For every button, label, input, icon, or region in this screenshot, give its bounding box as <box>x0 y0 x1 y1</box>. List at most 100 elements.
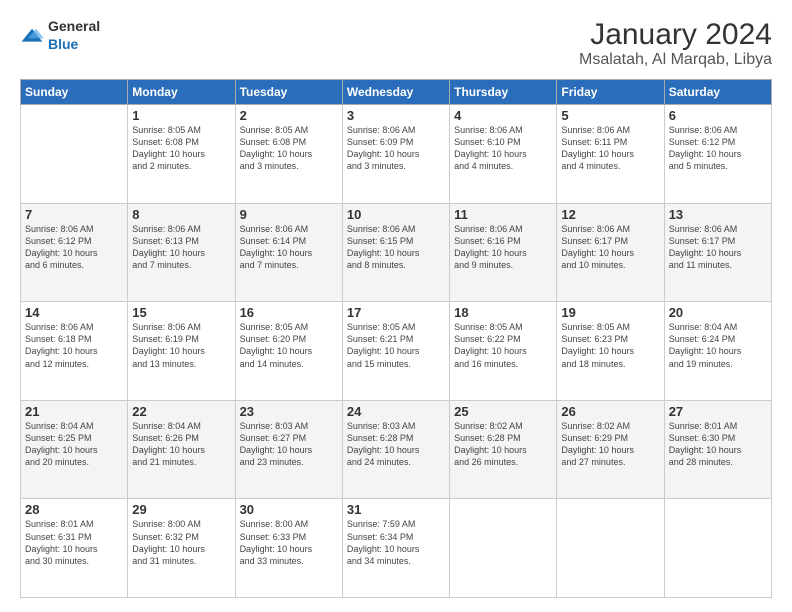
calendar-cell: 24Sunrise: 8:03 AM Sunset: 6:28 PM Dayli… <box>342 400 449 499</box>
day-number: 15 <box>132 305 230 320</box>
day-number: 1 <box>132 108 230 123</box>
week-row-4: 21Sunrise: 8:04 AM Sunset: 6:25 PM Dayli… <box>21 400 772 499</box>
calendar-cell: 5Sunrise: 8:06 AM Sunset: 6:11 PM Daylig… <box>557 105 664 204</box>
day-info: Sunrise: 8:06 AM Sunset: 6:17 PM Dayligh… <box>669 223 767 272</box>
week-row-1: 1Sunrise: 8:05 AM Sunset: 6:08 PM Daylig… <box>21 105 772 204</box>
day-number: 12 <box>561 207 659 222</box>
calendar-cell: 20Sunrise: 8:04 AM Sunset: 6:24 PM Dayli… <box>664 302 771 401</box>
calendar-cell: 3Sunrise: 8:06 AM Sunset: 6:09 PM Daylig… <box>342 105 449 204</box>
day-info: Sunrise: 8:05 AM Sunset: 6:20 PM Dayligh… <box>240 321 338 370</box>
calendar-cell: 13Sunrise: 8:06 AM Sunset: 6:17 PM Dayli… <box>664 203 771 302</box>
day-info: Sunrise: 8:06 AM Sunset: 6:16 PM Dayligh… <box>454 223 552 272</box>
day-number: 4 <box>454 108 552 123</box>
day-number: 29 <box>132 502 230 517</box>
day-info: Sunrise: 8:04 AM Sunset: 6:26 PM Dayligh… <box>132 420 230 469</box>
calendar-cell: 30Sunrise: 8:00 AM Sunset: 6:33 PM Dayli… <box>235 499 342 598</box>
calendar-cell: 17Sunrise: 8:05 AM Sunset: 6:21 PM Dayli… <box>342 302 449 401</box>
day-number: 30 <box>240 502 338 517</box>
logo-icon <box>20 27 44 45</box>
calendar-cell: 12Sunrise: 8:06 AM Sunset: 6:17 PM Dayli… <box>557 203 664 302</box>
day-info: Sunrise: 8:01 AM Sunset: 6:30 PM Dayligh… <box>669 420 767 469</box>
day-number: 3 <box>347 108 445 123</box>
day-info: Sunrise: 7:59 AM Sunset: 6:34 PM Dayligh… <box>347 518 445 567</box>
calendar-cell <box>664 499 771 598</box>
day-info: Sunrise: 8:06 AM Sunset: 6:09 PM Dayligh… <box>347 124 445 173</box>
day-info: Sunrise: 8:05 AM Sunset: 6:08 PM Dayligh… <box>240 124 338 173</box>
calendar-cell: 22Sunrise: 8:04 AM Sunset: 6:26 PM Dayli… <box>128 400 235 499</box>
week-row-5: 28Sunrise: 8:01 AM Sunset: 6:31 PM Dayli… <box>21 499 772 598</box>
day-info: Sunrise: 8:05 AM Sunset: 6:08 PM Dayligh… <box>132 124 230 173</box>
day-info: Sunrise: 8:05 AM Sunset: 6:23 PM Dayligh… <box>561 321 659 370</box>
calendar-cell: 8Sunrise: 8:06 AM Sunset: 6:13 PM Daylig… <box>128 203 235 302</box>
calendar-cell: 31Sunrise: 7:59 AM Sunset: 6:34 PM Dayli… <box>342 499 449 598</box>
col-header-tuesday: Tuesday <box>235 80 342 105</box>
col-header-wednesday: Wednesday <box>342 80 449 105</box>
col-header-thursday: Thursday <box>450 80 557 105</box>
calendar-cell: 6Sunrise: 8:06 AM Sunset: 6:12 PM Daylig… <box>664 105 771 204</box>
day-info: Sunrise: 8:00 AM Sunset: 6:33 PM Dayligh… <box>240 518 338 567</box>
day-info: Sunrise: 8:06 AM Sunset: 6:10 PM Dayligh… <box>454 124 552 173</box>
calendar-cell: 21Sunrise: 8:04 AM Sunset: 6:25 PM Dayli… <box>21 400 128 499</box>
calendar-cell: 27Sunrise: 8:01 AM Sunset: 6:30 PM Dayli… <box>664 400 771 499</box>
day-info: Sunrise: 8:05 AM Sunset: 6:22 PM Dayligh… <box>454 321 552 370</box>
day-number: 27 <box>669 404 767 419</box>
calendar-cell: 2Sunrise: 8:05 AM Sunset: 6:08 PM Daylig… <box>235 105 342 204</box>
logo: General Blue <box>20 18 100 54</box>
calendar-cell: 10Sunrise: 8:06 AM Sunset: 6:15 PM Dayli… <box>342 203 449 302</box>
calendar-cell: 19Sunrise: 8:05 AM Sunset: 6:23 PM Dayli… <box>557 302 664 401</box>
day-number: 5 <box>561 108 659 123</box>
calendar-cell: 28Sunrise: 8:01 AM Sunset: 6:31 PM Dayli… <box>21 499 128 598</box>
day-number: 2 <box>240 108 338 123</box>
col-header-saturday: Saturday <box>664 80 771 105</box>
day-number: 18 <box>454 305 552 320</box>
calendar-cell: 26Sunrise: 8:02 AM Sunset: 6:29 PM Dayli… <box>557 400 664 499</box>
calendar-cell: 29Sunrise: 8:00 AM Sunset: 6:32 PM Dayli… <box>128 499 235 598</box>
day-info: Sunrise: 8:06 AM Sunset: 6:14 PM Dayligh… <box>240 223 338 272</box>
day-number: 22 <box>132 404 230 419</box>
calendar-cell: 11Sunrise: 8:06 AM Sunset: 6:16 PM Dayli… <box>450 203 557 302</box>
week-row-3: 14Sunrise: 8:06 AM Sunset: 6:18 PM Dayli… <box>21 302 772 401</box>
day-number: 19 <box>561 305 659 320</box>
day-number: 26 <box>561 404 659 419</box>
day-info: Sunrise: 8:06 AM Sunset: 6:11 PM Dayligh… <box>561 124 659 173</box>
day-info: Sunrise: 8:06 AM Sunset: 6:12 PM Dayligh… <box>669 124 767 173</box>
calendar-cell: 4Sunrise: 8:06 AM Sunset: 6:10 PM Daylig… <box>450 105 557 204</box>
header: General Blue January 2024 Msalatah, Al M… <box>20 18 772 69</box>
day-info: Sunrise: 8:06 AM Sunset: 6:18 PM Dayligh… <box>25 321 123 370</box>
col-header-sunday: Sunday <box>21 80 128 105</box>
day-number: 28 <box>25 502 123 517</box>
calendar-cell: 7Sunrise: 8:06 AM Sunset: 6:12 PM Daylig… <box>21 203 128 302</box>
day-number: 14 <box>25 305 123 320</box>
title-block: January 2024 Msalatah, Al Marqab, Libya <box>579 18 772 69</box>
day-info: Sunrise: 8:06 AM Sunset: 6:15 PM Dayligh… <box>347 223 445 272</box>
calendar-cell: 15Sunrise: 8:06 AM Sunset: 6:19 PM Dayli… <box>128 302 235 401</box>
header-row: SundayMondayTuesdayWednesdayThursdayFrid… <box>21 80 772 105</box>
calendar-cell <box>557 499 664 598</box>
day-info: Sunrise: 8:04 AM Sunset: 6:24 PM Dayligh… <box>669 321 767 370</box>
day-number: 10 <box>347 207 445 222</box>
calendar-table: SundayMondayTuesdayWednesdayThursdayFrid… <box>20 79 772 598</box>
calendar-title: January 2024 <box>579 18 772 51</box>
day-info: Sunrise: 8:01 AM Sunset: 6:31 PM Dayligh… <box>25 518 123 567</box>
day-number: 6 <box>669 108 767 123</box>
calendar-cell: 1Sunrise: 8:05 AM Sunset: 6:08 PM Daylig… <box>128 105 235 204</box>
day-number: 17 <box>347 305 445 320</box>
col-header-friday: Friday <box>557 80 664 105</box>
calendar-cell: 25Sunrise: 8:02 AM Sunset: 6:28 PM Dayli… <box>450 400 557 499</box>
day-info: Sunrise: 8:06 AM Sunset: 6:17 PM Dayligh… <box>561 223 659 272</box>
logo-text: General Blue <box>48 18 100 54</box>
day-info: Sunrise: 8:03 AM Sunset: 6:27 PM Dayligh… <box>240 420 338 469</box>
day-info: Sunrise: 8:06 AM Sunset: 6:12 PM Dayligh… <box>25 223 123 272</box>
day-number: 11 <box>454 207 552 222</box>
day-info: Sunrise: 8:02 AM Sunset: 6:29 PM Dayligh… <box>561 420 659 469</box>
day-info: Sunrise: 8:06 AM Sunset: 6:13 PM Dayligh… <box>132 223 230 272</box>
calendar-subtitle: Msalatah, Al Marqab, Libya <box>579 51 772 69</box>
day-number: 21 <box>25 404 123 419</box>
calendar-cell: 16Sunrise: 8:05 AM Sunset: 6:20 PM Dayli… <box>235 302 342 401</box>
day-info: Sunrise: 8:05 AM Sunset: 6:21 PM Dayligh… <box>347 321 445 370</box>
day-info: Sunrise: 8:02 AM Sunset: 6:28 PM Dayligh… <box>454 420 552 469</box>
col-header-monday: Monday <box>128 80 235 105</box>
day-number: 24 <box>347 404 445 419</box>
calendar-cell: 23Sunrise: 8:03 AM Sunset: 6:27 PM Dayli… <box>235 400 342 499</box>
day-info: Sunrise: 8:03 AM Sunset: 6:28 PM Dayligh… <box>347 420 445 469</box>
